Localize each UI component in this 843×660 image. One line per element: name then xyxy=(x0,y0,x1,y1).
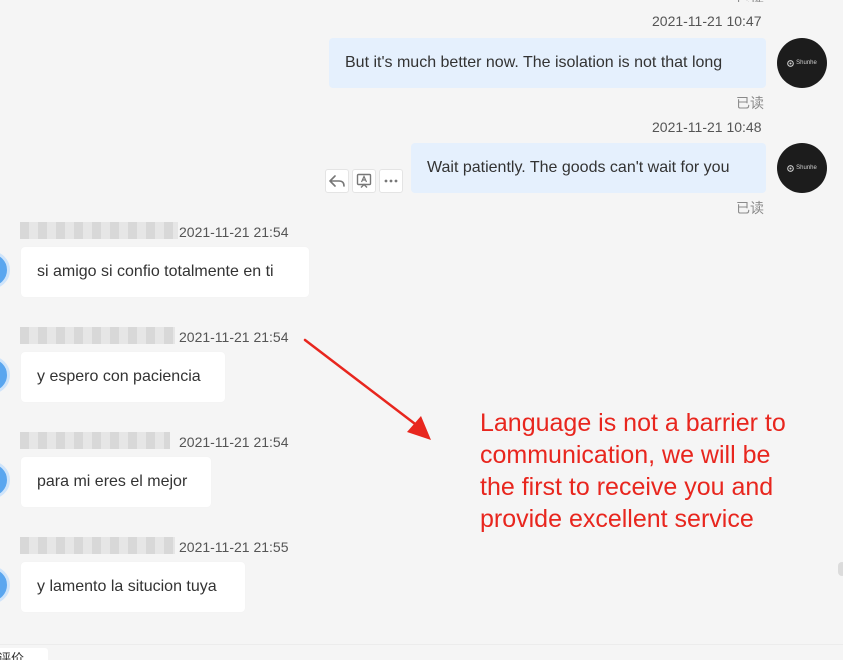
annotation-line: provide excellent service xyxy=(480,505,754,533)
message-timestamp: 2021-11-21 10:48 xyxy=(652,119,762,135)
message-timestamp: 2021-11-21 21:54 xyxy=(179,434,289,450)
sender-name-blurred xyxy=(20,432,170,449)
agent-avatar[interactable]: Shunhe xyxy=(777,38,827,88)
incoming-message-bubble[interactable]: y espero con paciencia xyxy=(21,352,225,402)
reply-button[interactable] xyxy=(325,169,349,193)
avatar-brand-label: Shunhe xyxy=(796,165,817,171)
more-icon xyxy=(384,179,398,183)
annotation-text: Language is not a barrier to communicati… xyxy=(480,407,786,535)
read-status-clipped: 已读 xyxy=(736,0,764,2)
customer-avatar[interactable] xyxy=(0,356,10,394)
sender-name-blurred xyxy=(20,327,175,344)
customer-avatar[interactable] xyxy=(0,461,10,499)
avatar-brand-label: Shunhe xyxy=(796,60,817,66)
shunhe-logo-icon: Shunhe xyxy=(787,164,817,172)
translate-button[interactable] xyxy=(352,169,376,193)
message-timestamp: 2021-11-21 10:47 xyxy=(652,13,762,29)
annotation-line: the first to receive you and xyxy=(480,473,774,501)
customer-avatar[interactable] xyxy=(0,251,10,289)
rating-tab-label: 评价 xyxy=(0,651,25,660)
rating-tab[interactable]: 评价 xyxy=(0,648,48,660)
sender-name-blurred xyxy=(20,537,175,554)
incoming-message-bubble[interactable]: para mi eres el mejor xyxy=(21,457,211,507)
agent-avatar[interactable]: Shunhe xyxy=(777,143,827,193)
translate-icon xyxy=(356,173,372,188)
annotation-arrow xyxy=(303,338,431,440)
message-timestamp: 2021-11-21 21:54 xyxy=(179,329,289,345)
read-status: 已读 xyxy=(736,95,764,111)
incoming-message-bubble[interactable]: y lamento la situcion tuya xyxy=(21,562,245,612)
message-timestamp: 2021-11-21 21:54 xyxy=(179,224,289,240)
shunhe-logo-icon: Shunhe xyxy=(787,59,817,67)
more-options-button[interactable] xyxy=(379,169,403,193)
outgoing-message-bubble[interactable]: But it's much better now. The isolation … xyxy=(329,38,766,88)
sender-name-blurred xyxy=(20,222,178,239)
reply-icon xyxy=(329,175,345,187)
bottom-divider xyxy=(0,644,843,645)
customer-avatar[interactable] xyxy=(0,566,10,604)
scroll-indicator[interactable] xyxy=(838,562,843,576)
read-status: 已读 xyxy=(736,200,764,216)
incoming-message-bubble[interactable]: si amigo si confio totalmente en ti xyxy=(21,247,309,297)
annotation-line: Language is not a barrier to xyxy=(480,409,786,437)
message-timestamp: 2021-11-21 21:55 xyxy=(179,539,289,555)
outgoing-message-bubble[interactable]: Wait patiently. The goods can't wait for… xyxy=(411,143,766,193)
annotation-line: communication, we will be xyxy=(480,441,771,469)
